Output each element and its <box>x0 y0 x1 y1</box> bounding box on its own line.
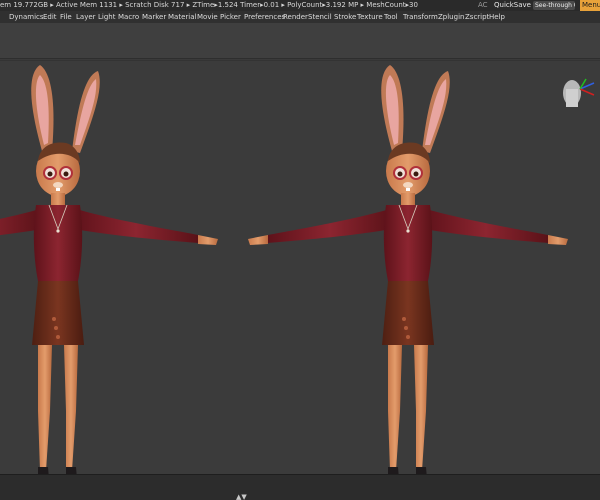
menu-movie[interactable]: Movie <box>197 11 218 23</box>
viewport-scene <box>0 64 595 494</box>
see-through-slider[interactable]: See-through 0 <box>533 1 575 10</box>
chevron-up-icon[interactable]: ▲▼ <box>236 494 247 500</box>
menu-edit[interactable]: Edit <box>43 11 57 23</box>
menu-tool[interactable]: Tool <box>384 11 398 23</box>
quicksave-button[interactable]: QuickSave <box>494 0 531 11</box>
menu-stencil[interactable]: Stencil <box>308 11 332 23</box>
menu-help[interactable]: Help <box>489 11 505 23</box>
ac-toggle[interactable]: AC <box>478 0 488 11</box>
orientation-gizmo[interactable] <box>563 78 595 107</box>
model-right <box>247 64 569 494</box>
memory-stats: em 19.772GB ▸ Active Mem 1131 ▸ Scratch … <box>0 1 418 9</box>
tool-shelf <box>0 23 600 59</box>
menu-macro[interactable]: Macro <box>118 11 139 23</box>
menu-zplugin[interactable]: Zplugin <box>438 11 464 23</box>
menu-light[interactable]: Light <box>98 11 115 23</box>
status-bar: em 19.772GB ▸ Active Mem 1131 ▸ Scratch … <box>0 0 600 11</box>
see-through-label: See-through <box>535 2 572 9</box>
see-through-value: 0 <box>574 2 575 9</box>
model-left <box>0 64 219 494</box>
viewport-canvas[interactable] <box>0 60 600 494</box>
menu-preferences[interactable]: Preferences <box>244 11 285 23</box>
menu-bar: Dynamics Edit File Layer Light Macro Mar… <box>0 11 600 23</box>
menu-render[interactable]: Render <box>283 11 308 23</box>
menu-transform[interactable]: Transform <box>403 11 438 23</box>
menu-dynamics[interactable]: Dynamics <box>9 11 44 23</box>
menu-material[interactable]: Material <box>168 11 196 23</box>
bottom-shelf: ▲▼ <box>0 474 600 500</box>
menu-texture[interactable]: Texture <box>357 11 383 23</box>
menu-file[interactable]: File <box>60 11 72 23</box>
menu-layer[interactable]: Layer <box>76 11 96 23</box>
menu-marker[interactable]: Marker <box>142 11 166 23</box>
menu-zscript[interactable]: Zscript <box>465 11 489 23</box>
menu-picker[interactable]: Picker <box>220 11 241 23</box>
menus-button[interactable]: Menus <box>580 0 600 11</box>
menu-stroke[interactable]: Stroke <box>334 11 356 23</box>
